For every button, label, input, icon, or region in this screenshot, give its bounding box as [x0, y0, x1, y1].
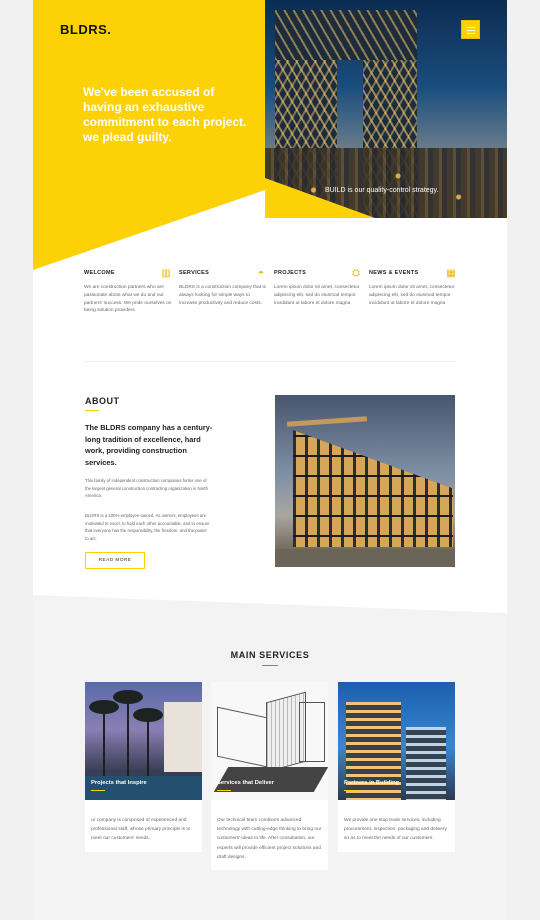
menu-button[interactable] — [461, 20, 480, 39]
caption-underline — [91, 790, 105, 791]
about-photo — [275, 395, 455, 567]
service-card-caption: Partners in Building — [344, 780, 400, 786]
truck-icon: ▦ — [446, 268, 456, 279]
service-card-text: Our technical team combines advanced tec… — [217, 818, 322, 860]
building-roof — [286, 416, 368, 427]
feature-projects: PROJECTS Lorem ipsum dolor sit amet, con… — [274, 268, 364, 307]
hero-section: BLDRS. We've been accused of having an e… — [33, 0, 507, 270]
palm-frond — [89, 700, 119, 714]
villa-graphic — [164, 702, 202, 772]
service-card[interactable]: Projects that Inspire ur company is comp… — [85, 682, 202, 852]
tower-graphic — [406, 727, 446, 800]
services-underline — [262, 665, 278, 666]
service-card-image: Projects that Inspire — [85, 682, 202, 800]
feature-text: We are construction partners who are pas… — [84, 285, 172, 314]
service-card-text: ur company is comprised of experienced a… — [91, 818, 191, 842]
building-icon: ▥ — [161, 268, 171, 279]
page: BLDRS. We've been accused of having an e… — [33, 0, 507, 920]
service-card[interactable]: Services that Deliver Our technical team… — [211, 682, 328, 871]
feature-news-events: NEWS & EVENTS Lorem ipsum dolor sit amet… — [369, 268, 459, 307]
feature-text: BLDRS is a construction company that is … — [179, 285, 266, 306]
feature-text: Lorem ipsum dolor sit amet, consectetur … — [369, 285, 455, 306]
ground — [275, 549, 455, 567]
read-more-button[interactable]: READ MORE — [85, 552, 145, 569]
hamburger-icon — [467, 33, 475, 34]
service-card-image: Partners in Building — [338, 682, 455, 800]
feature-welcome: WELCOME We are construction partners who… — [84, 268, 174, 315]
crane-icon: ⛭ — [352, 268, 360, 279]
hamburger-icon — [467, 30, 475, 31]
palm-frond — [113, 690, 143, 704]
tower-bridge-graphic — [275, 10, 417, 60]
hamburger-icon — [467, 27, 475, 28]
caption-underline — [217, 790, 231, 791]
sketch-line — [217, 706, 267, 768]
about-underline — [85, 410, 99, 411]
service-card[interactable]: Partners in Building We provide one stop… — [338, 682, 455, 852]
service-card-image: Services that Deliver — [211, 682, 328, 800]
services-title: MAIN SERVICES — [230, 650, 310, 660]
service-card-text: We provide one stop trade services, incl… — [344, 818, 447, 842]
hero-headline: We've been accused of having an exhausti… — [83, 85, 247, 144]
about-paragraph: This family of independent construction … — [85, 478, 209, 499]
about-title: ABOUT — [85, 396, 120, 406]
feature-text: Lorem ipsum dolor sit amet, consectetur … — [274, 285, 360, 306]
service-card-caption: Projects that Inspire — [91, 780, 147, 786]
site-logo[interactable]: BLDRS. — [60, 22, 111, 37]
feature-services: SERVICES BLDRS is a construction company… — [179, 268, 269, 307]
about-lead: The BLDRS company has a century-long tra… — [85, 423, 213, 467]
caption-underline — [344, 790, 358, 791]
palm-tree — [127, 692, 129, 780]
building-floors — [293, 430, 453, 547]
hero-tagline: BUILD is our quality-control strategy. — [325, 187, 439, 194]
about-paragraph: BLDRS is a 100% employee-owned. As owner… — [85, 513, 210, 541]
sketch-line — [299, 702, 325, 762]
section-divider — [84, 361, 456, 362]
helmet-icon: ◓ — [257, 268, 265, 279]
service-card-caption: Services that Deliver — [217, 780, 275, 786]
palm-frond — [133, 708, 163, 722]
